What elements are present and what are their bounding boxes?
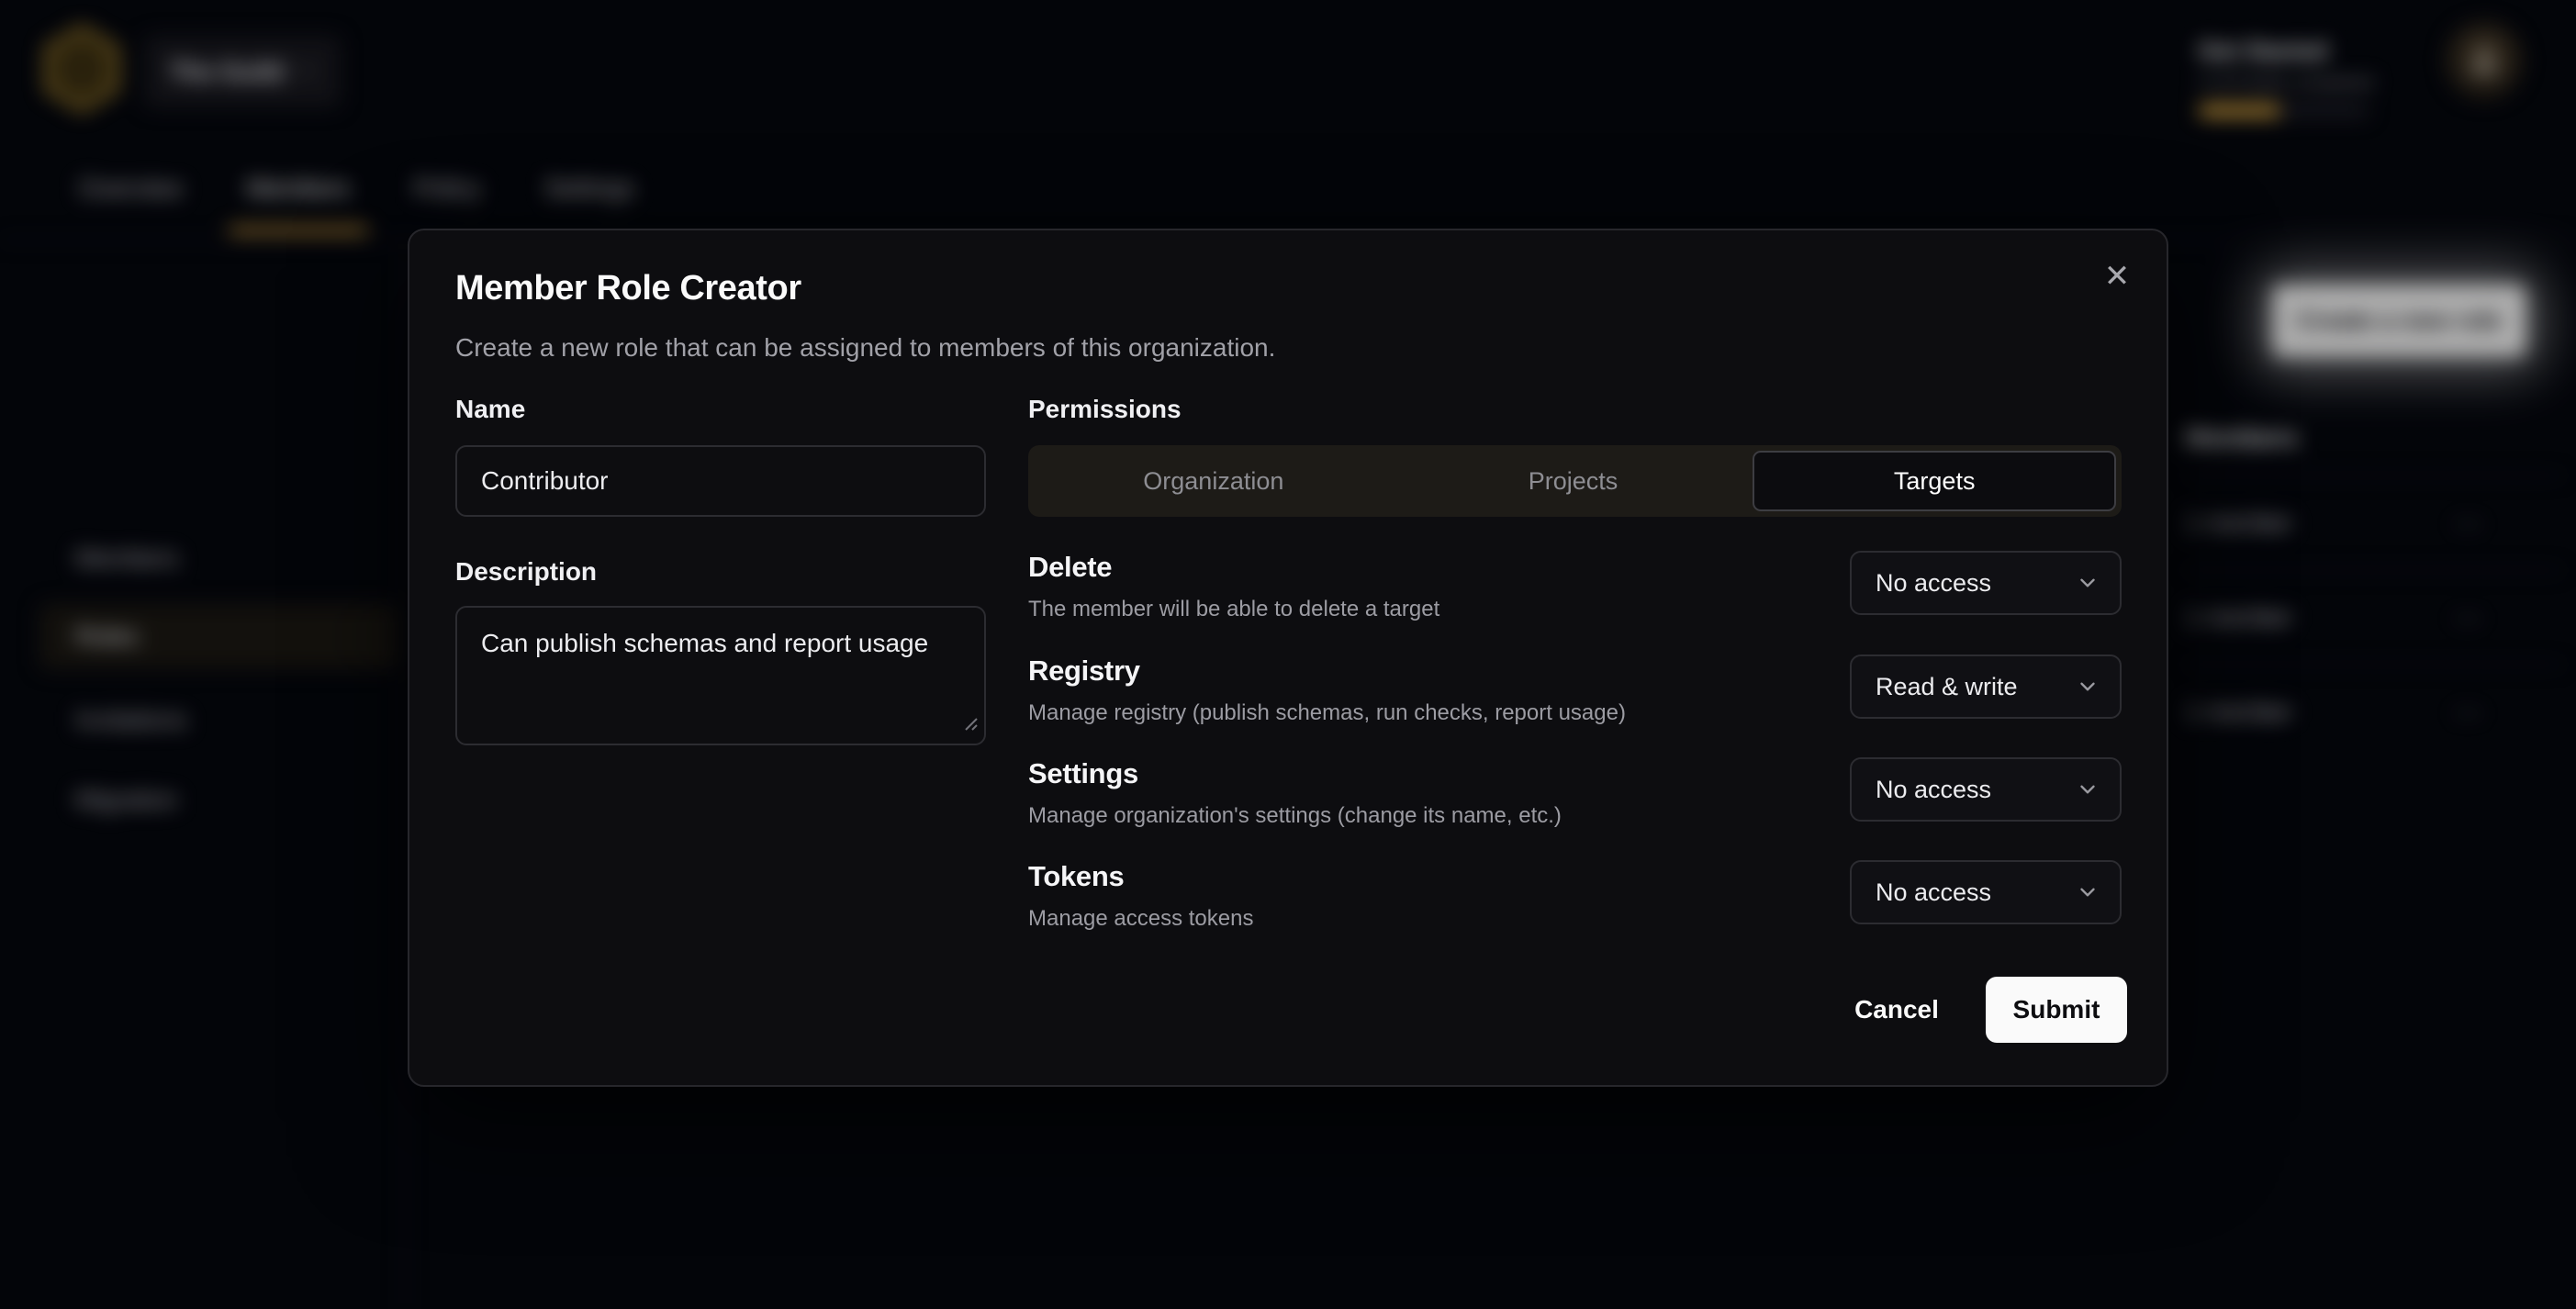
tab-policy[interactable]: Policy: [414, 174, 480, 203]
row-menu-icon[interactable]: ⋯: [2453, 695, 2482, 730]
cancel-button[interactable]: Cancel: [1823, 977, 1970, 1043]
chevron-down-icon: [297, 58, 315, 86]
create-role-button[interactable]: Create a new role: [2272, 285, 2526, 357]
members-subnav: Members Roles Invitations Migration: [0, 241, 406, 1309]
select-value: No access: [1876, 878, 1991, 907]
permission-row-tokens: Tokens Manage access tokens No access: [1028, 860, 2122, 963]
chevron-down-icon: [2076, 571, 2100, 595]
select-value: Read & write: [1876, 673, 2018, 701]
tab-targets[interactable]: Targets: [1753, 451, 2116, 511]
chevron-down-icon: [2076, 778, 2100, 801]
tab-members[interactable]: Members: [247, 174, 351, 203]
description-field: Can publish schemas and report usage: [455, 606, 986, 745]
roles-list: 1 member ⋯ 1 member ⋯ 1 member ⋯: [2185, 475, 2563, 758]
tokens-access-select[interactable]: No access: [1850, 860, 2122, 924]
chevron-down-icon: [2076, 880, 2100, 904]
member-count: 1 member: [2185, 603, 2292, 632]
permission-description: Manage access tokens: [1028, 906, 1253, 932]
user-avatar[interactable]: [2446, 22, 2523, 99]
role-row: 1 member ⋯: [2185, 475, 2563, 569]
close-icon[interactable]: ✕: [2093, 252, 2141, 300]
person-icon: [2464, 40, 2504, 81]
tab-overview[interactable]: Overview: [79, 174, 183, 203]
select-value: No access: [1876, 569, 1991, 598]
member-count: 1 member: [2185, 509, 2292, 537]
role-row: 1 member ⋯: [2185, 569, 2563, 664]
row-menu-icon[interactable]: ⋯: [2453, 600, 2482, 635]
resize-handle-icon[interactable]: [962, 715, 979, 736]
dialog-subtitle: Create a new role that can be assigned t…: [455, 333, 1275, 363]
app-screen: The Guild Get Started 4 of 8 tasks compl…: [0, 0, 2576, 1309]
name-input[interactable]: [455, 445, 986, 517]
get-started-widget[interactable]: Get Started 4 of 8 tasks completed: [2199, 37, 2382, 117]
tab-organization[interactable]: Organization: [1034, 451, 1394, 511]
registry-access-select[interactable]: Read & write: [1850, 654, 2122, 719]
settings-access-select[interactable]: No access: [1850, 757, 2122, 822]
hive-logo-icon: [44, 26, 119, 112]
tab-settings[interactable]: Settings: [544, 174, 634, 203]
permission-description: Manage organization's settings (change i…: [1028, 803, 1562, 829]
active-tab-underline: [229, 227, 369, 234]
get-started-progressbar: [2199, 105, 2369, 117]
permission-description: The member will be able to delete a targ…: [1028, 597, 1439, 622]
get-started-title: Get Started: [2199, 37, 2382, 65]
description-textarea[interactable]: Can publish schemas and report usage: [455, 606, 986, 745]
members-heading: Members: [2185, 423, 2298, 453]
dialog-title: Member Role Creator: [455, 269, 801, 308]
sidebar-item-migration[interactable]: Migration: [75, 786, 177, 814]
select-value: No access: [1876, 776, 1991, 804]
permission-row-registry: Registry Manage registry (publish schema…: [1028, 654, 2122, 757]
tab-projects[interactable]: Projects: [1394, 451, 1753, 511]
name-label: Name: [455, 395, 525, 424]
permissions-tablist: Organization Projects Targets: [1028, 445, 2122, 517]
sidebar-item-roles[interactable]: Roles: [39, 604, 398, 669]
chevron-down-icon: [2076, 675, 2100, 699]
delete-access-select[interactable]: No access: [1850, 551, 2122, 615]
progress-fill: [2199, 105, 2280, 117]
sidebar-item-invitations[interactable]: Invitations: [75, 706, 187, 734]
sidebar-item-members[interactable]: Members: [75, 544, 179, 573]
member-role-creator-dialog: ✕ Member Role Creator Create a new role …: [408, 229, 2168, 1087]
row-menu-icon[interactable]: ⋯: [2453, 506, 2482, 541]
member-count: 1 member: [2185, 698, 2292, 726]
submit-button[interactable]: Submit: [1986, 977, 2127, 1043]
org-nav: Overview Members Policy Settings + New p…: [0, 154, 2576, 241]
permission-row-delete: Delete The member will be able to delete…: [1028, 551, 2122, 654]
role-row: 1 member ⋯: [2185, 664, 2563, 758]
org-switcher-button[interactable]: The Guild: [144, 36, 341, 107]
org-name: The Guild: [170, 58, 285, 86]
permission-row-settings: Settings Manage organization's settings …: [1028, 757, 2122, 860]
permissions-label: Permissions: [1028, 395, 1182, 424]
get-started-subtitle: 4 of 8 tasks completed: [2199, 73, 2382, 94]
description-label: Description: [455, 557, 597, 587]
permission-description: Manage registry (publish schemas, run ch…: [1028, 700, 1626, 726]
